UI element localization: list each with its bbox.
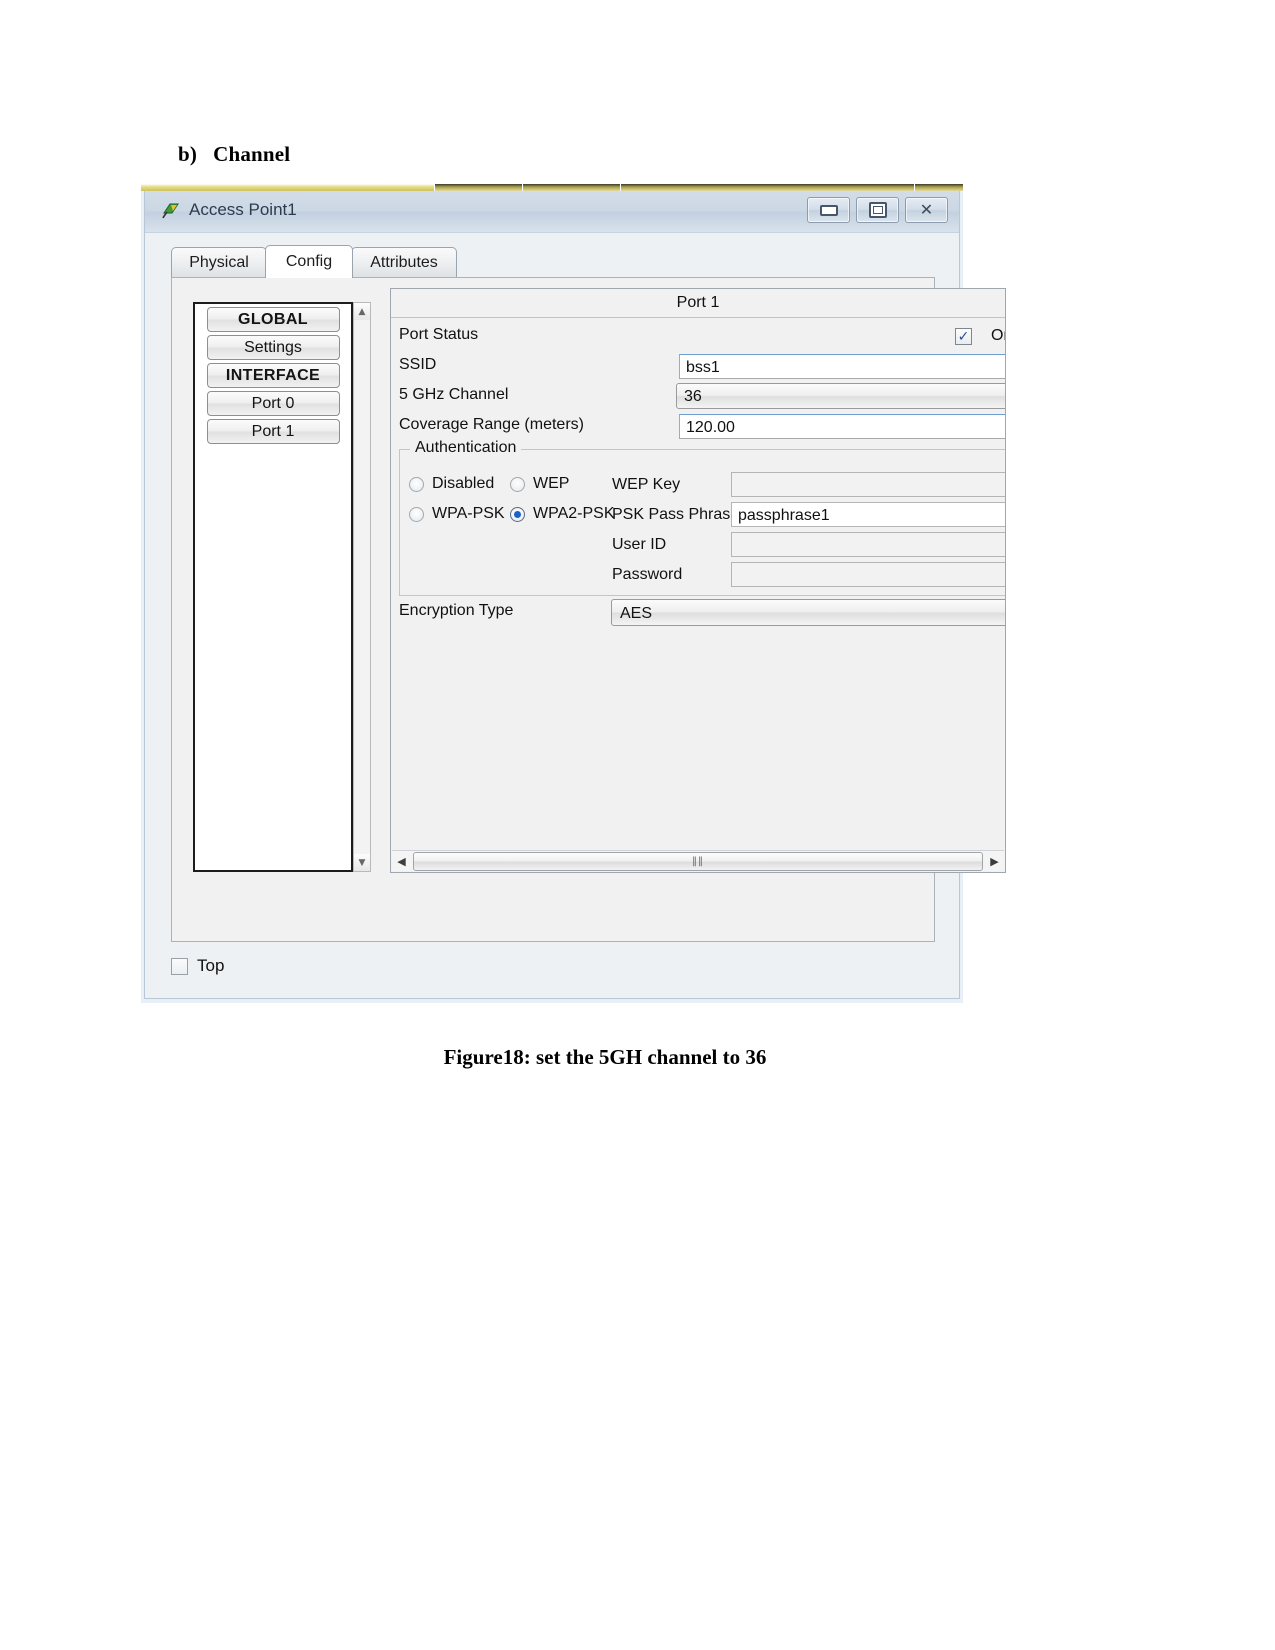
radio-wpa2-psk-label: WPA2-PSK bbox=[533, 505, 615, 522]
strip-segment bbox=[522, 184, 621, 191]
password-input[interactable] bbox=[731, 562, 1005, 587]
close-button[interactable]: ✕ bbox=[905, 197, 948, 223]
radio-wpa-psk-label: WPA-PSK bbox=[432, 505, 505, 522]
maximize-icon bbox=[868, 202, 887, 218]
access-point-icon bbox=[161, 201, 180, 220]
channel-row: 5 GHz Channel 36 bbox=[391, 382, 1005, 412]
channel-label: 5 GHz Channel bbox=[399, 386, 509, 403]
wep-key-label: WEP Key bbox=[612, 476, 681, 493]
heading-marker: b) bbox=[178, 142, 198, 166]
tab-bar: Physical Config Attributes bbox=[171, 245, 935, 278]
authentication-legend: Authentication bbox=[410, 439, 522, 457]
user-id-input[interactable] bbox=[731, 532, 1005, 557]
encryption-select[interactable]: AES bbox=[611, 599, 1005, 626]
channel-select[interactable]: 36 bbox=[676, 383, 1005, 409]
port-title: Port 1 bbox=[391, 289, 1005, 318]
scroll-right-icon[interactable]: ▶ bbox=[985, 851, 1004, 871]
radio-wep-label: WEP bbox=[533, 475, 570, 492]
strip-segment bbox=[620, 184, 915, 191]
wep-key-input[interactable] bbox=[731, 472, 1005, 497]
page-heading: b) Channel bbox=[178, 142, 290, 167]
top-checkbox-label: Top bbox=[197, 956, 225, 975]
heading-text: Channel bbox=[213, 142, 291, 166]
maximize-button[interactable] bbox=[856, 197, 899, 223]
strip-segment bbox=[435, 184, 523, 191]
sidebar-item-global[interactable]: GLOBAL bbox=[206, 307, 340, 332]
encryption-label: Encryption Type bbox=[399, 602, 514, 619]
user-id-label: User ID bbox=[612, 536, 667, 553]
psk-pass-phrase-input[interactable]: passphrase1 bbox=[731, 502, 1005, 527]
titlebar-left: Access Point1 bbox=[161, 200, 297, 220]
minimize-icon bbox=[819, 204, 838, 216]
ssid-input[interactable]: bss1 bbox=[679, 354, 1005, 379]
window-footer: Top bbox=[171, 956, 959, 976]
scroll-left-icon[interactable]: ◀ bbox=[392, 851, 411, 871]
authentication-group: Authentication Disabled WEP WPA-PSK WPA2… bbox=[399, 439, 1005, 596]
port-status-row: Port Status ✓ On bbox=[391, 322, 1005, 352]
port-status-on-label: On bbox=[991, 327, 1005, 344]
tab-attributes[interactable]: Attributes bbox=[351, 247, 457, 277]
checkmark-icon: ✓ bbox=[957, 328, 970, 345]
top-checkbox[interactable] bbox=[171, 957, 188, 975]
radio-disabled[interactable] bbox=[409, 477, 424, 492]
ssid-label: SSID bbox=[399, 356, 437, 373]
port-status-label: Port Status bbox=[399, 326, 479, 343]
window-title: Access Point1 bbox=[189, 200, 297, 219]
coverage-row: Coverage Range (meters) 120.00 bbox=[391, 412, 1005, 442]
sidebar-item-interface[interactable]: INTERFACE bbox=[206, 363, 340, 388]
encryption-selected-value: AES bbox=[620, 605, 653, 622]
port-config-area: Port 1 Port Status ✓ On SSID bss1 bbox=[390, 288, 1006, 873]
encryption-row: Encryption Type AES bbox=[399, 599, 1005, 627]
sidebar-item-port0[interactable]: Port 0 bbox=[206, 391, 340, 416]
window-controls: ✕ bbox=[807, 197, 948, 223]
coverage-label: Coverage Range (meters) bbox=[399, 416, 584, 433]
coverage-input[interactable]: 120.00 bbox=[679, 414, 1005, 439]
minimize-button[interactable] bbox=[807, 197, 850, 223]
config-horizontal-scrollbar[interactable]: ◀ ‖‖ ▶ bbox=[392, 850, 1004, 871]
window-titlebar[interactable]: Access Point1 ✕ bbox=[145, 191, 959, 233]
scroll-thumb[interactable]: ‖‖ bbox=[413, 851, 983, 871]
strip-segment bbox=[141, 184, 436, 191]
tab-config[interactable]: Config bbox=[265, 245, 353, 278]
radio-wep[interactable] bbox=[510, 477, 525, 492]
tab-physical[interactable]: Physical bbox=[171, 247, 267, 277]
channel-selected-value: 36 bbox=[684, 388, 702, 405]
sidebar-item-port1[interactable]: Port 1 bbox=[206, 419, 340, 444]
port-status-checkbox[interactable]: ✓ bbox=[955, 328, 972, 345]
radio-disabled-label: Disabled bbox=[432, 475, 495, 492]
radio-wpa-psk[interactable] bbox=[409, 507, 424, 522]
config-tree-sidebar: GLOBAL Settings INTERFACE Port 0 Port 1 bbox=[193, 302, 353, 872]
close-icon: ✕ bbox=[919, 200, 934, 219]
sidebar-scrollbar[interactable]: ▲ ▼ bbox=[353, 302, 371, 872]
background-toolbar-strip bbox=[141, 184, 963, 191]
psk-pass-phrase-label: PSK Pass Phrase bbox=[612, 506, 740, 523]
screenshot-frame: Access Point1 ✕ Physical Config Attribut… bbox=[141, 184, 1006, 1003]
sidebar-item-settings[interactable]: Settings bbox=[206, 335, 340, 360]
password-label: Password bbox=[612, 566, 683, 583]
radio-wpa2-psk[interactable] bbox=[510, 507, 525, 522]
scroll-down-icon[interactable]: ▼ bbox=[354, 854, 370, 871]
figure-caption: Figure18: set the 5GH channel to 36 bbox=[443, 1045, 767, 1069]
config-panel: GLOBAL Settings INTERFACE Port 0 Port 1 … bbox=[171, 277, 1006, 942]
strip-segment bbox=[914, 184, 963, 191]
access-point-window: Access Point1 ✕ Physical Config Attribut… bbox=[144, 191, 1006, 999]
scroll-up-icon[interactable]: ▲ bbox=[354, 303, 370, 320]
ssid-row: SSID bss1 bbox=[391, 352, 1005, 382]
